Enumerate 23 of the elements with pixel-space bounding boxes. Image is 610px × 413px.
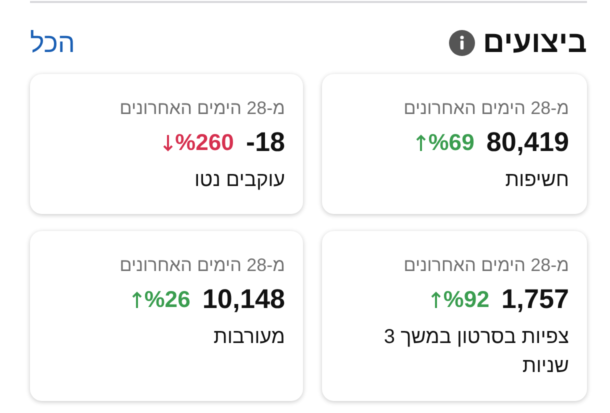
metric-value: 10,148 (202, 284, 285, 315)
period-label: מ-28 הימים האחרונים (404, 255, 569, 276)
period-label: מ-28 הימים האחרונים (120, 98, 285, 119)
metric-label: חשיפות (505, 168, 569, 193)
metric-value: -18 (246, 127, 285, 158)
metric-label: צפיות בסרטון במשך 3 שניות (382, 325, 569, 379)
change-percent: %69 (428, 129, 474, 156)
change-percent: %26 (144, 286, 190, 313)
see-all-link[interactable]: הכל (30, 28, 76, 58)
metric-value: 1,757 (501, 284, 569, 315)
metric-label: עוקבים נטו (194, 168, 285, 193)
up-arrow-icon (132, 290, 142, 308)
metric-label: מעורבות (214, 325, 285, 350)
down-arrow-icon (163, 134, 174, 152)
up-arrow-icon (416, 134, 426, 152)
metric-value: 80,419 (486, 127, 569, 158)
up-arrow-icon (431, 290, 442, 308)
section-title: ביצועים (482, 26, 587, 60)
change-percent: %92 (443, 286, 490, 313)
period-label: מ-28 הימים האחרונים (120, 255, 285, 276)
info-icon[interactable] (448, 30, 475, 56)
change-percent: %260 (175, 129, 234, 156)
period-label: מ-28 הימים האחרונים (404, 98, 569, 119)
